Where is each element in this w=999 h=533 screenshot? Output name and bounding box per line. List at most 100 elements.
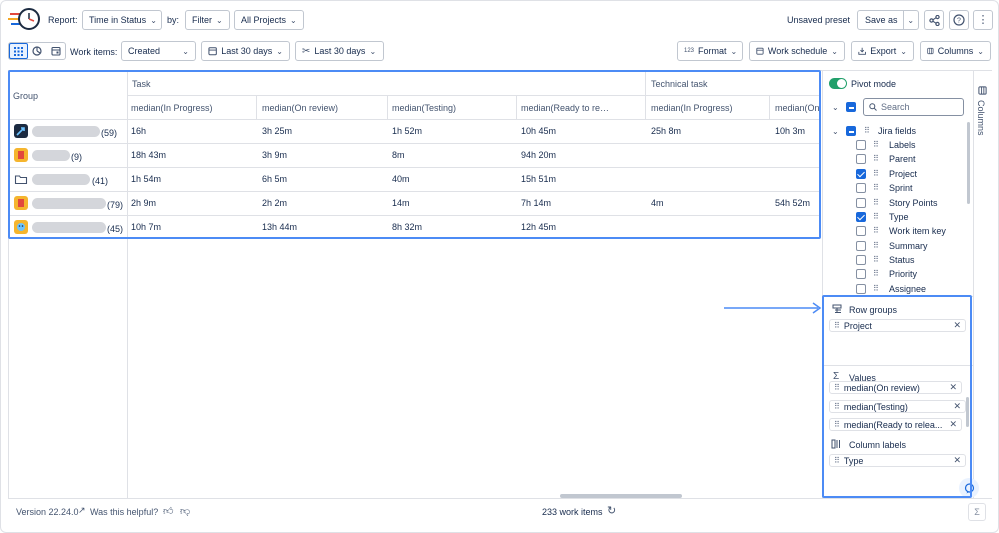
chevron-down-icon: ⌄: [216, 15, 223, 25]
export-select[interactable]: Export ⌄: [851, 41, 914, 61]
footer-divider: [8, 498, 992, 499]
thumbs-down-icon[interactable]: 👎︎: [180, 505, 190, 517]
chevron-down-icon: ⌄: [290, 15, 297, 25]
select-all-checkbox[interactable]: [846, 102, 856, 112]
app-logo: [8, 5, 42, 33]
report-select[interactable]: Time in Status ⌄: [82, 10, 162, 30]
field-checkbox-priority[interactable]: [856, 269, 866, 279]
grid-view-button[interactable]: [9, 43, 28, 59]
projects-select-value: All Projects: [241, 15, 287, 25]
created-select-value: Created: [128, 46, 161, 56]
columns-search-input[interactable]: Search: [863, 98, 964, 116]
chart-view-button[interactable]: [28, 43, 47, 59]
chevron-down-icon: ⌄: [276, 46, 283, 56]
number-format-icon: 123: [684, 48, 695, 54]
work-schedule-select[interactable]: Work schedule ⌄: [749, 41, 845, 61]
drag-handle-icon[interactable]: ⠿: [873, 269, 879, 278]
field-checkbox-summary[interactable]: [856, 241, 866, 251]
chevron-down-icon: ⌄: [900, 46, 907, 56]
chevron-down-icon: ⌄: [182, 46, 189, 56]
date-range-value: Last 30 days: [221, 46, 273, 56]
field-label: Project: [889, 169, 918, 179]
field-checkbox-labels[interactable]: [856, 140, 866, 150]
field-checkbox-sprint[interactable]: [856, 183, 866, 193]
drag-handle-icon[interactable]: ⠿: [864, 126, 870, 135]
version-label: Version 22.24.0: [16, 507, 79, 517]
toggle-knob: [837, 79, 846, 88]
scissors-icon: ✂: [302, 45, 311, 57]
share-button[interactable]: [924, 10, 944, 30]
resolution-range-select[interactable]: ✂ Last 30 days ⌄: [295, 41, 384, 61]
drag-handle-icon[interactable]: ⠿: [873, 154, 879, 163]
field-label: Story Points: [889, 198, 938, 208]
date-range-select[interactable]: Last 30 days ⌄: [201, 41, 290, 61]
by-label: by:: [167, 15, 180, 25]
totals-button[interactable]: Σ: [968, 503, 986, 521]
field-checkbox-work-item-key[interactable]: [856, 226, 866, 236]
grid-highlight-box: [8, 70, 821, 239]
columns-side-tab-label: Columns: [976, 100, 986, 136]
drag-handle-icon[interactable]: ⠿: [873, 284, 879, 293]
field-checkbox-assignee[interactable]: [856, 284, 866, 294]
jira-fields-chevron-icon[interactable]: ⌄: [832, 127, 839, 136]
field-checkbox-story-points[interactable]: [856, 198, 866, 208]
refresh-icon[interactable]: ↻: [607, 504, 616, 517]
drag-handle-icon[interactable]: ⠿: [873, 140, 879, 149]
help-icon: ?: [953, 14, 965, 26]
drop-zones-highlight-box: [822, 295, 972, 498]
field-label: Status: [889, 255, 915, 265]
columns-side-tab[interactable]: Columns: [974, 84, 991, 152]
more-button[interactable]: ⋮: [973, 10, 993, 30]
calendar-icon: [208, 47, 217, 56]
drag-handle-icon[interactable]: ⠿: [873, 226, 879, 235]
field-checkbox-parent[interactable]: [856, 154, 866, 164]
chevron-down-icon: ⌄: [369, 46, 377, 56]
export-icon: [858, 47, 866, 55]
pivot-mode-label: Pivot mode: [851, 79, 897, 89]
work-items-label: Work items:: [70, 47, 118, 57]
format-label: Format: [698, 46, 727, 56]
helpful-label: Was this helpful?: [90, 507, 159, 517]
thumbs-up-icon[interactable]: 👍︎: [163, 505, 173, 517]
work-schedule-label: Work schedule: [767, 46, 828, 56]
field-label: Sprint: [889, 183, 913, 193]
field-label: Type: [889, 212, 909, 222]
report-label: Report:: [48, 15, 78, 25]
projects-select[interactable]: All Projects ⌄: [234, 10, 304, 30]
collapse-all-chevron-icon[interactable]: ⌄: [832, 103, 839, 112]
report-select-value: Time in Status: [89, 15, 147, 25]
chevron-down-icon: ⌄: [730, 46, 738, 56]
created-select[interactable]: Created ⌄: [121, 41, 196, 61]
filter-select[interactable]: Filter ⌄: [185, 10, 230, 30]
columns-select[interactable]: Columns ⌄: [920, 41, 991, 61]
drag-handle-icon[interactable]: ⠿: [873, 183, 879, 192]
pivot-mode-toggle[interactable]: [829, 78, 847, 89]
columns-icon: [978, 86, 987, 95]
fields-scrollbar[interactable]: [967, 122, 970, 204]
grid-icon: [13, 46, 23, 56]
drag-handle-icon[interactable]: ⠿: [873, 169, 879, 178]
resolution-range-value: Last 30 days: [314, 46, 366, 56]
help-button[interactable]: ?: [949, 10, 969, 30]
jira-fields-checkbox[interactable]: [846, 126, 856, 136]
drag-handle-icon[interactable]: ⠿: [873, 255, 879, 264]
field-label: Parent: [889, 154, 916, 164]
drag-handle-icon[interactable]: ⠿: [873, 198, 879, 207]
drag-handle-icon[interactable]: ⠿: [873, 212, 879, 221]
calendar-view-button[interactable]: [46, 43, 65, 59]
save-as-dropdown[interactable]: ⌄: [902, 11, 918, 29]
columns-icon: [927, 47, 934, 55]
export-label: Export: [870, 46, 897, 56]
save-as-label: Save as: [865, 15, 898, 25]
share-icon: [928, 14, 940, 26]
external-link-icon[interactable]: ↗: [78, 505, 86, 516]
field-checkbox-type[interactable]: [856, 212, 866, 222]
field-checkbox-project[interactable]: [856, 169, 866, 179]
calendar-icon: [756, 47, 764, 55]
save-as-button[interactable]: Save as ⌄: [857, 10, 919, 30]
field-checkbox-status[interactable]: [856, 255, 866, 265]
drag-handle-icon[interactable]: ⠿: [873, 241, 879, 250]
field-label: Labels: [889, 140, 916, 150]
field-label: Work item key: [889, 226, 946, 236]
format-select[interactable]: 123 Format ⌄: [677, 41, 743, 61]
